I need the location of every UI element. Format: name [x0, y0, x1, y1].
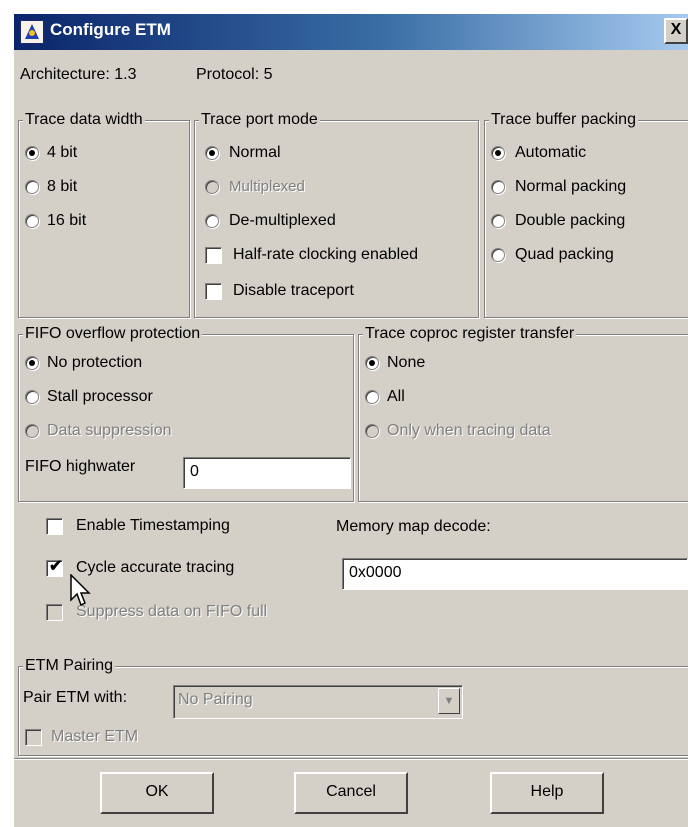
pair-etm-select: No Pairing ▼	[173, 685, 463, 719]
etm-pairing-group: ETM Pairing Pair ETM with: No Pairing ▼ …	[18, 656, 688, 756]
radio-circle	[365, 424, 379, 438]
radio-dot	[29, 360, 35, 366]
pair-etm-value: No Pairing	[178, 691, 253, 708]
radio-circle	[25, 180, 39, 194]
checkbox-box	[46, 604, 63, 621]
check-mark-icon: ✔	[49, 558, 63, 575]
radio-circle	[25, 146, 39, 160]
radio-dot	[29, 150, 35, 156]
checkbox-box	[205, 247, 222, 264]
trace-coproc-legend: Trace coproc register transfer	[363, 324, 577, 344]
checkbox-box	[205, 283, 222, 300]
radio-circle	[491, 248, 505, 262]
radio-multiplexed-label: Multiplexed	[229, 178, 305, 195]
trace-buffer-packing-group: Trace buffer packing Automatic Normal pa…	[484, 110, 688, 318]
radio-stall-processor-label: Stall processor	[47, 388, 153, 405]
fifo-overflow-group: FIFO overflow protection No protection S…	[18, 324, 354, 502]
radio-dot	[209, 150, 215, 156]
protocol-label: Protocol: 5	[196, 66, 273, 83]
radio-dot	[369, 360, 375, 366]
architecture-label: Architecture: 1.3	[20, 66, 137, 83]
radio-automatic-label: Automatic	[515, 144, 587, 161]
trace-port-mode-group: Trace port mode Normal Multiplexed De-mu…	[194, 110, 479, 318]
radio-coproc-none-label: None	[387, 354, 426, 371]
checkbox-box	[25, 729, 42, 746]
radio-coproc-all-label: All	[387, 388, 405, 405]
fifo-overflow-legend: FIFO overflow protection	[23, 324, 203, 344]
trace-coproc-group: Trace coproc register transfer None All …	[358, 324, 688, 502]
memory-map-input[interactable]: 0x0000	[342, 558, 688, 590]
cycle-accurate-label: Cycle accurate tracing	[76, 559, 235, 576]
cancel-button[interactable]: Cancel	[294, 772, 408, 814]
trace-data-width-group: Trace data width 4 bit 8 bit 16 bit	[18, 110, 190, 318]
radio-circle	[25, 214, 39, 228]
checkbox-box	[46, 518, 63, 535]
chevron-down-icon: ▼	[438, 688, 460, 714]
half-rate-label: Half-rate clocking enabled	[233, 246, 418, 263]
mouse-cursor-icon	[70, 573, 92, 613]
button-separator	[14, 758, 688, 760]
radio-circle	[365, 390, 379, 404]
checkbox-box: ✔	[46, 558, 63, 577]
ok-button[interactable]: OK	[100, 772, 214, 814]
radio-normal-packing-label: Normal packing	[515, 178, 627, 195]
master-etm-label: Master ETM	[51, 728, 139, 745]
fifo-highwater-input[interactable]: 0	[183, 457, 351, 489]
suppress-data-label: Suppress data on FIFO full	[76, 603, 268, 620]
radio-16bit-label: 16 bit	[47, 212, 87, 229]
trace-data-width-legend: Trace data width	[23, 110, 145, 130]
radio-circle	[205, 146, 219, 160]
close-button[interactable]: X	[664, 18, 688, 44]
trace-port-mode-legend: Trace port mode	[199, 110, 320, 130]
radio-no-protection-label: No protection	[47, 354, 143, 371]
radio-circle	[25, 390, 39, 404]
radio-8bit-label: 8 bit	[47, 178, 78, 195]
radio-normal-mode-label: Normal	[229, 144, 281, 161]
etm-pairing-legend: ETM Pairing	[23, 656, 116, 676]
disable-traceport-label: Disable traceport	[233, 282, 354, 299]
radio-circle	[205, 180, 219, 194]
radio-quad-packing-label: Quad packing	[515, 246, 614, 263]
fifo-highwater-label: FIFO highwater	[25, 458, 136, 475]
title-bar[interactable]: Configure ETM X	[14, 14, 688, 50]
radio-circle	[491, 146, 505, 160]
memory-map-label: Memory map decode:	[336, 518, 491, 535]
configure-etm-dialog: Configure ETM X Architecture: 1.3 Protoc…	[12, 12, 688, 827]
radio-demultiplexed-label: De-multiplexed	[229, 212, 336, 229]
radio-4bit-label: 4 bit	[47, 144, 78, 161]
radio-circle	[205, 214, 219, 228]
radio-double-packing-label: Double packing	[515, 212, 626, 229]
window-title: Configure ETM	[50, 20, 171, 39]
radio-coproc-when-tracing-label: Only when tracing data	[387, 422, 551, 439]
radio-circle	[25, 356, 39, 370]
enable-timestamping-label: Enable Timestamping	[76, 517, 230, 534]
radio-data-suppression-label: Data suppression	[47, 422, 172, 439]
radio-circle	[491, 214, 505, 228]
trace-buffer-packing-legend: Trace buffer packing	[489, 110, 638, 130]
radio-circle	[25, 424, 39, 438]
radio-circle	[365, 356, 379, 370]
radio-dot	[495, 150, 501, 156]
etm-app-icon	[20, 20, 44, 44]
pair-etm-label: Pair ETM with:	[23, 689, 128, 706]
radio-circle	[491, 180, 505, 194]
help-button[interactable]: Help	[490, 772, 604, 814]
